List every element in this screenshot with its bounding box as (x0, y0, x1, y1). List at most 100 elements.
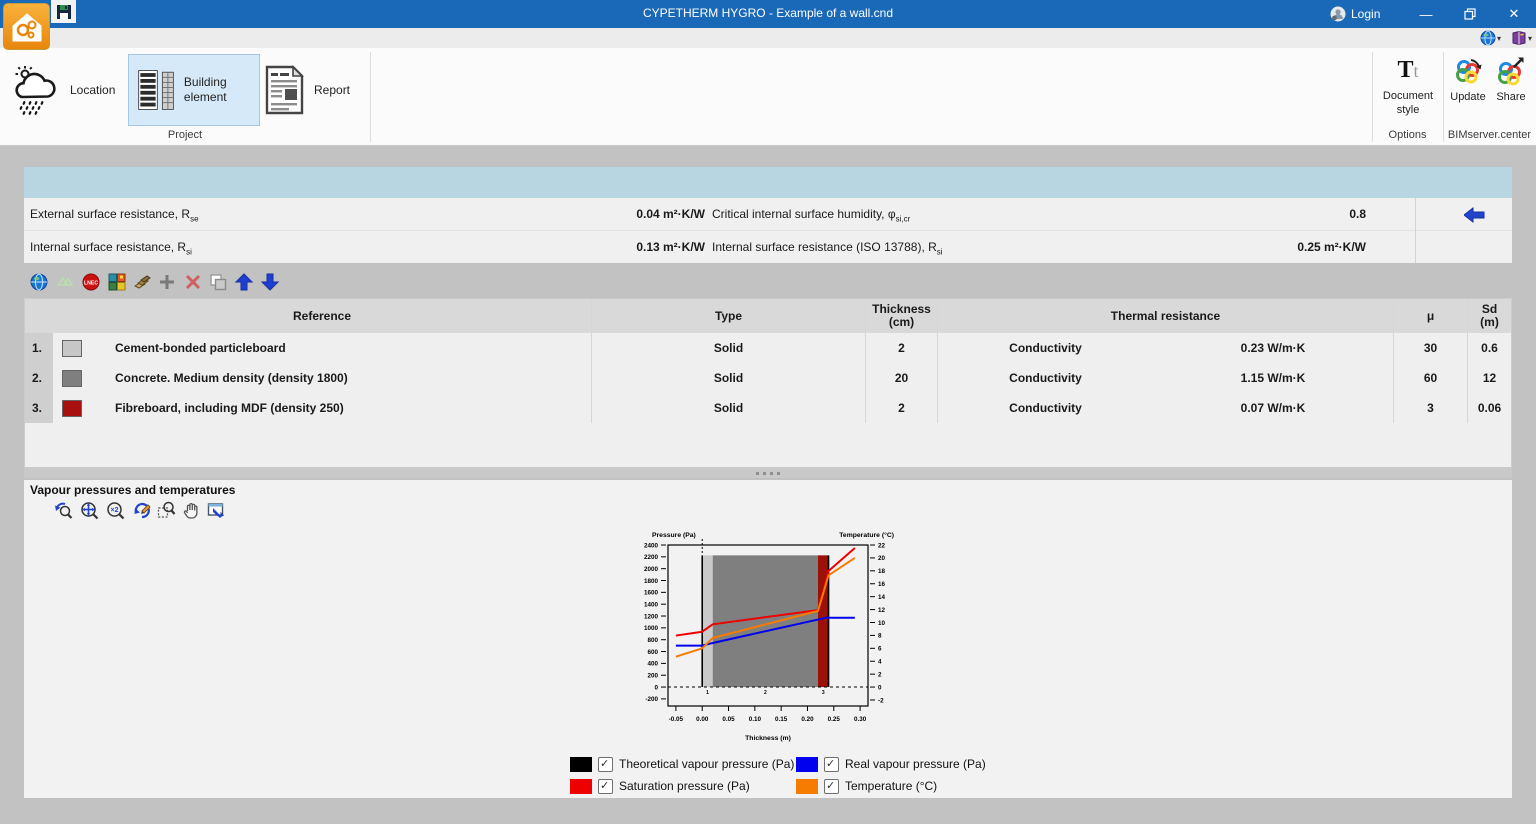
mu-cell[interactable]: 3 (1393, 393, 1467, 423)
language-globe-button[interactable]: ▾ (1480, 29, 1501, 47)
location-button[interactable]: Location (10, 56, 124, 124)
maximize-button[interactable] (1448, 0, 1492, 28)
close-button[interactable]: ✕ (1492, 0, 1536, 28)
globe-icon (1480, 30, 1496, 46)
thermal-value-cell[interactable]: 1.15 W/m·K (1153, 363, 1393, 393)
thermal-value-cell[interactable]: 0.23 W/m·K (1153, 333, 1393, 363)
internal-resistance-label: Internal surface resistance, Rsi (30, 240, 192, 257)
screen-capture-icon (207, 503, 224, 518)
capture-view-button[interactable] (207, 501, 226, 520)
horizontal-splitter[interactable] (24, 468, 1512, 478)
zoom-x2-button[interactable]: ×2 (106, 501, 125, 520)
chart-section-title: Vapour pressures and temperatures (30, 483, 236, 497)
lnec-database-button[interactable]: LNEC (82, 273, 100, 291)
type-cell[interactable]: Solid (591, 363, 865, 393)
critical-humidity-value[interactable]: 0.8 (1024, 207, 1366, 221)
back-arrow-button[interactable] (1463, 206, 1490, 224)
legend-checkbox[interactable]: ✓ (824, 756, 839, 772)
move-down-button[interactable] (260, 273, 280, 291)
arrow-down-icon (260, 273, 280, 291)
table-row[interactable]: 3. Fibreboard, including MDF (density 25… (25, 393, 1511, 423)
zoom-window-button[interactable] (157, 501, 176, 520)
thermal-mode-cell[interactable]: Conductivity (937, 333, 1153, 363)
svg-text:2000: 2000 (644, 566, 659, 573)
legend-checkbox[interactable]: ✓ (824, 778, 839, 794)
reference-cell[interactable]: Fibreboard, including MDF (density 250) (91, 393, 591, 423)
app-icon[interactable] (3, 3, 50, 50)
zoom-extents-button[interactable] (80, 501, 99, 520)
material-swatch-cell[interactable] (53, 393, 91, 423)
zoom-window-icon (157, 501, 176, 518)
zoom-previous-icon (55, 502, 73, 519)
legend-label: Temperature (°C) (845, 779, 938, 793)
material-catalogue-globe-button[interactable] (30, 273, 48, 291)
material-color-swatch (62, 399, 82, 417)
reference-cell[interactable]: Concrete. Medium density (density 1800) (91, 363, 591, 393)
update-label: Update (1450, 91, 1486, 103)
external-resistance-value[interactable]: 0.04 m²·K/W (384, 207, 705, 221)
help-book-button[interactable]: ▾ (1511, 29, 1532, 47)
chart-panel: Vapour pressures and temperatures ×2 1 2… (24, 480, 1512, 798)
disabled-catalogue-icon (56, 276, 74, 286)
edit-material-button[interactable] (133, 273, 151, 291)
material-library-button[interactable] (108, 273, 126, 291)
internal-resistance-value[interactable]: 0.13 m²·K/W (384, 240, 705, 254)
add-layer-button[interactable] (158, 273, 176, 291)
copy-layer-button[interactable] (209, 273, 227, 291)
group-separator (370, 52, 371, 142)
thermal-value-cell[interactable]: 0.07 W/m·K (1153, 393, 1393, 423)
svg-text:8: 8 (878, 633, 882, 640)
legend-checkbox[interactable]: ✓ (598, 756, 613, 772)
iso-resistance-value[interactable]: 0.25 m²·K/W (1024, 240, 1366, 254)
type-cell[interactable]: Solid (591, 393, 865, 423)
legend-swatch (796, 778, 818, 794)
thermal-mode-cell[interactable]: Conductivity (937, 393, 1153, 423)
thickness-cell[interactable]: 2 (865, 333, 937, 363)
header-thermal-resistance[interactable]: Thermal resistance (937, 299, 1393, 333)
mu-cell[interactable]: 30 (1393, 333, 1467, 363)
svg-text:200: 200 (647, 673, 658, 680)
thermal-mode-cell[interactable]: Conductivity (937, 363, 1153, 393)
share-label: Share (1496, 91, 1526, 103)
legend-checkbox[interactable]: ✓ (598, 778, 613, 794)
header-type[interactable]: Type (591, 299, 865, 333)
arrow-up-icon (234, 273, 254, 291)
share-button[interactable]: Share (1491, 56, 1531, 128)
update-button[interactable]: Update (1447, 56, 1489, 128)
vapour-pressure-chart[interactable]: 1 2 3-200020040060080010001200140016001800… (628, 527, 918, 752)
svg-text:LNEC: LNEC (84, 280, 98, 286)
move-up-button[interactable] (234, 273, 254, 291)
login-button[interactable]: Login (1330, 0, 1402, 28)
sd-cell[interactable]: 0.06 (1467, 393, 1511, 423)
pan-button[interactable] (182, 501, 201, 520)
table-row[interactable]: 2. Concrete. Medium density (density 180… (25, 363, 1511, 393)
header-sd[interactable]: Sd (m) (1467, 299, 1511, 333)
svg-text:0.15: 0.15 (775, 716, 788, 723)
sd-cell[interactable]: 12 (1467, 363, 1511, 393)
header-thickness[interactable]: Thickness (cm) (865, 299, 937, 333)
legend-item: ✓ Theoretical vapour pressure (Pa) (570, 753, 796, 775)
document-style-button[interactable]: Tt Document style (1376, 56, 1440, 128)
plus-icon (160, 275, 174, 289)
book-icon (1512, 30, 1526, 46)
minimize-button[interactable]: — (1404, 0, 1448, 28)
copy-icon (210, 274, 227, 291)
building-element-button[interactable]: Building element (128, 54, 260, 126)
type-cell[interactable]: Solid (591, 333, 865, 363)
redraw-button[interactable] (132, 501, 151, 520)
zoom-previous-button[interactable] (54, 501, 73, 520)
thickness-cell[interactable]: 20 (865, 363, 937, 393)
material-swatch-cell[interactable] (53, 363, 91, 393)
material-swatch-cell[interactable] (53, 333, 91, 363)
svg-text:1800: 1800 (644, 578, 659, 585)
sd-cell[interactable]: 0.6 (1467, 333, 1511, 363)
report-button[interactable]: Report (262, 56, 368, 124)
table-row[interactable]: 1. Cement-bonded particleboard Solid 2 C… (25, 333, 1511, 363)
reference-cell[interactable]: Cement-bonded particleboard (91, 333, 591, 363)
delete-layer-button[interactable] (184, 273, 202, 291)
mu-cell[interactable]: 60 (1393, 363, 1467, 393)
header-reference[interactable]: Reference (53, 299, 591, 333)
thickness-cell[interactable]: 2 (865, 393, 937, 423)
globe-icon (30, 273, 48, 291)
header-mu[interactable]: μ (1393, 299, 1467, 333)
